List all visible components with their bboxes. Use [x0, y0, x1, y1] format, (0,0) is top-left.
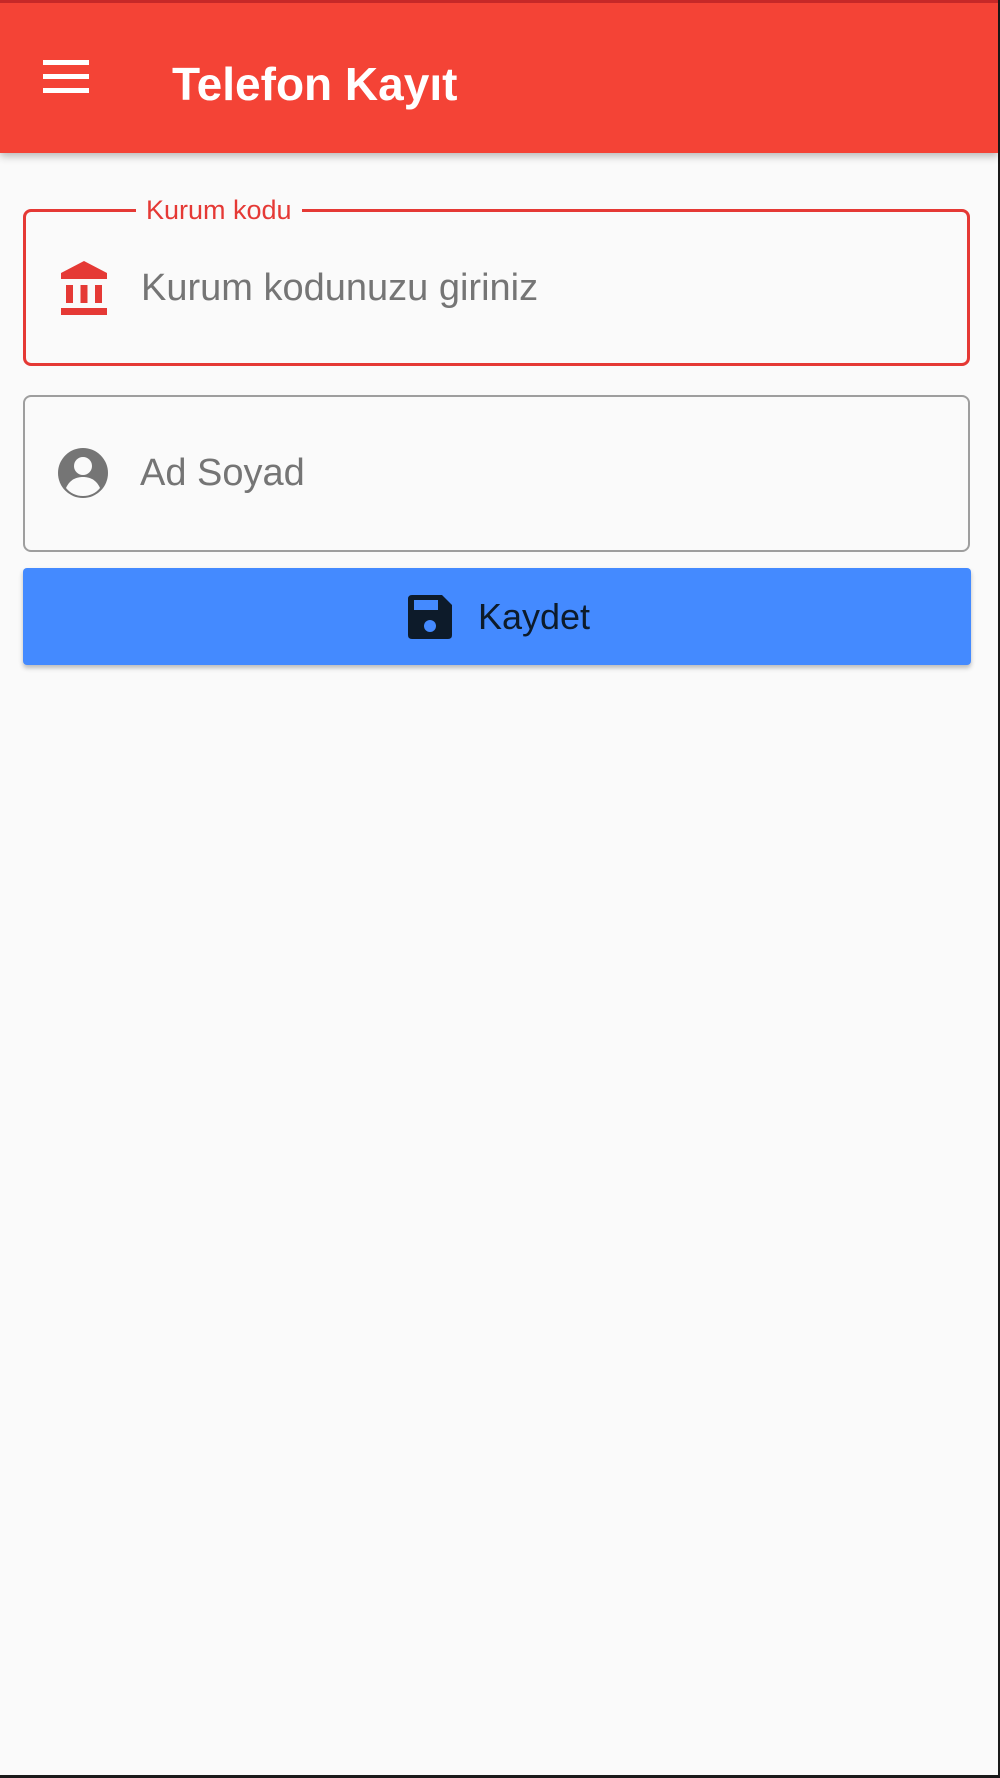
menu-icon	[43, 60, 89, 93]
kurum-code-input[interactable]	[141, 252, 931, 324]
app-bar: Telefon Kayıt	[0, 0, 998, 153]
save-icon	[404, 591, 456, 643]
menu-button[interactable]	[26, 37, 106, 117]
phone-registration-screen: Telefon Kayıt Kurum kodu Kurum kodunuzu …	[0, 0, 1000, 1778]
bank-icon	[56, 260, 112, 316]
kurum-code-field[interactable]: Kurum kodu	[23, 190, 970, 366]
full-name-field[interactable]	[23, 395, 970, 552]
account-circle-icon	[55, 445, 111, 501]
app-title: Telefon Kayıt	[172, 58, 458, 110]
full-name-input[interactable]	[140, 437, 930, 509]
save-button-label: Kaydet	[477, 595, 591, 637]
kurum-code-label: Kurum kodu	[136, 190, 302, 230]
save-button[interactable]: Kaydet	[23, 568, 971, 665]
